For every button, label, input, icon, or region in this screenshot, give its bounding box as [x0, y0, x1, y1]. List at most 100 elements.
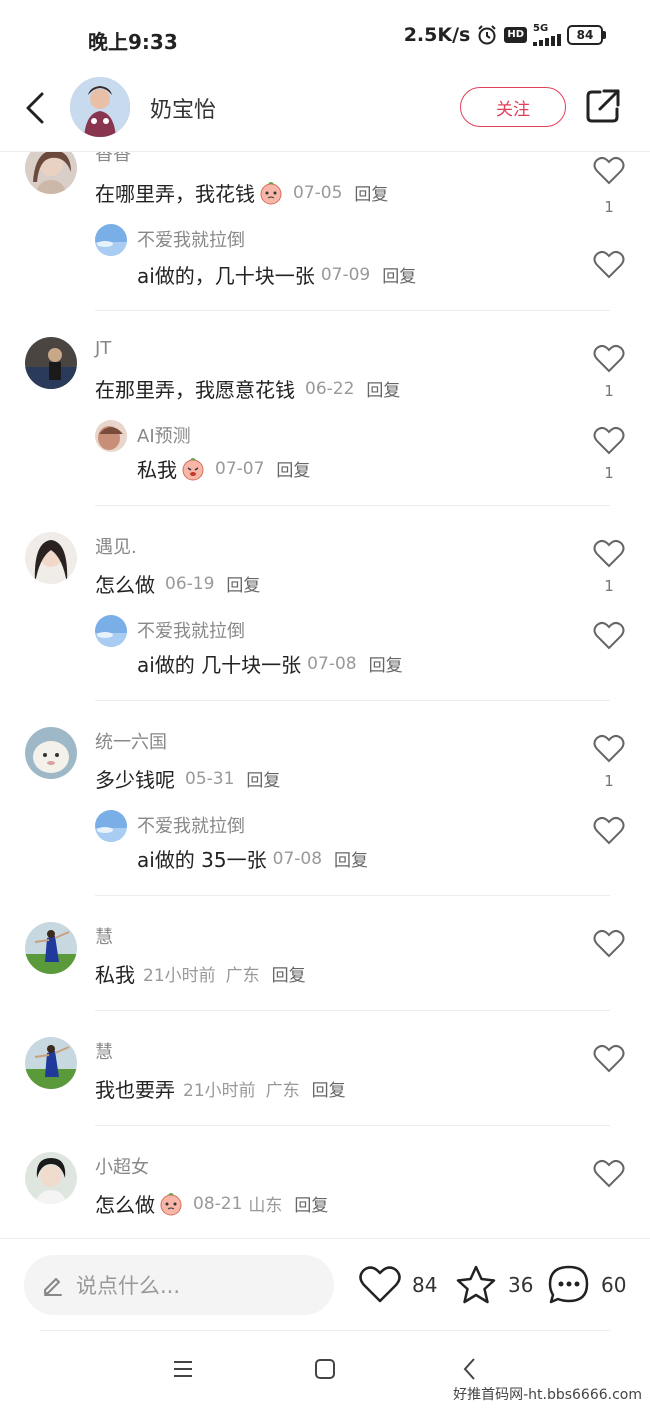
reply-button[interactable]: 回复 [312, 1076, 346, 1101]
commenter-avatar[interactable] [25, 1152, 77, 1204]
commenter-avatar[interactable] [25, 1037, 77, 1089]
reply-button[interactable]: 回复 [294, 1191, 328, 1216]
home-button[interactable] [314, 1358, 336, 1384]
commenter-name[interactable]: 统一六国 [95, 728, 167, 754]
heart-icon [593, 250, 625, 279]
reply-user[interactable]: 不爱我就拉倒 [137, 226, 245, 252]
reply-avatar[interactable] [95, 615, 127, 647]
alarm-icon [476, 24, 498, 46]
chevron-left-icon [463, 1358, 475, 1380]
comment-input[interactable]: 说点什么... [24, 1255, 334, 1315]
divider [95, 505, 610, 506]
signal-icon: 5G [533, 24, 561, 46]
reply-text: ai做的 35一张 [137, 848, 267, 872]
status-time: 晚上9:33 [88, 30, 178, 54]
reply-button[interactable]: 回复 [382, 262, 416, 287]
commenter-name[interactable]: 慧 [95, 923, 113, 949]
like-count: 84 [412, 1273, 438, 1297]
like-count: 1 [604, 464, 614, 482]
reply-user[interactable]: 不爱我就拉倒 [137, 812, 245, 838]
like-count: 1 [604, 577, 614, 595]
divider [95, 1010, 610, 1011]
comment-text: 怎么做 [95, 1193, 155, 1217]
favorite-button[interactable]: 36 [454, 1263, 533, 1307]
commenter-avatar[interactable] [25, 152, 77, 194]
battery-level: 84 [567, 25, 603, 45]
comment-placeholder: 说点什么... [76, 1274, 181, 1298]
author-name[interactable]: 奶宝怡 [150, 92, 216, 124]
commenter-name[interactable]: 香香 [95, 152, 131, 166]
comment-thread: 慧 我也要弄 21小时前 广东 回复 [0, 1024, 650, 1124]
like-button[interactable] [593, 929, 625, 959]
comment-count: 60 [601, 1273, 627, 1297]
comment-location: 山东 [248, 1196, 283, 1216]
author-avatar[interactable] [70, 77, 130, 137]
comment-date: 21小时前 [183, 1081, 256, 1101]
reply-avatar[interactable] [95, 420, 127, 452]
reply-button[interactable]: 回复 [226, 571, 260, 596]
heart-icon [359, 1266, 401, 1303]
reply-button[interactable]: 回复 [369, 651, 403, 676]
like-button[interactable] [593, 426, 625, 456]
home-square-icon [315, 1359, 335, 1379]
commenter-name[interactable]: 遇见. [95, 533, 137, 559]
like-post-button[interactable]: 84 [358, 1263, 437, 1307]
divider [95, 700, 610, 701]
follow-button[interactable]: 关注 [460, 87, 566, 127]
network-type: 5G [533, 23, 549, 34]
reply-button[interactable]: 回复 [276, 456, 310, 481]
nav-back-button[interactable] [460, 1357, 480, 1385]
reply-button[interactable]: 回复 [334, 846, 368, 871]
heart-icon [593, 1044, 625, 1073]
reply-button[interactable]: 回复 [272, 961, 306, 986]
star-icon [456, 1265, 496, 1304]
reply-button[interactable]: 回复 [246, 766, 280, 791]
pencil-icon [44, 1278, 62, 1296]
like-button[interactable] [593, 250, 625, 280]
divider [95, 1125, 610, 1126]
comment-body: 在那里弄，我愿意花钱 06-22 回复 [95, 374, 400, 403]
reply-user[interactable]: AI预测 [137, 422, 191, 448]
comment-count-button[interactable]: 60 [547, 1263, 626, 1307]
like-button[interactable] [593, 539, 625, 569]
menu-button[interactable] [172, 1359, 194, 1383]
commenter-avatar[interactable] [25, 727, 77, 779]
comment-body: 多少钱呢 05-31 回复 [95, 764, 280, 793]
commenter-avatar[interactable] [25, 922, 77, 974]
comment-date: 08-21 [193, 1193, 243, 1214]
reply-button[interactable]: 回复 [366, 376, 400, 401]
reply-body: ai做的 几十块一张 07-08 回复 [137, 649, 403, 678]
comment-body: 私我 21小时前 广东 回复 [95, 959, 306, 988]
comment-thread: 遇见. 怎么做 06-19 回复 1 不爱我就拉倒 ai做的 几十块一张 07-… [0, 519, 650, 699]
commenter-avatar[interactable] [25, 532, 77, 584]
reply-user[interactable]: 不爱我就拉倒 [137, 617, 245, 643]
like-button[interactable] [593, 156, 625, 186]
like-button[interactable] [593, 344, 625, 374]
like-button[interactable] [593, 734, 625, 764]
commenter-name[interactable]: 小超女 [95, 1153, 149, 1179]
commenter-name[interactable]: 慧 [95, 1038, 113, 1064]
like-button[interactable] [593, 1159, 625, 1189]
reply-text: 私我 [137, 458, 177, 482]
back-button[interactable] [18, 88, 54, 128]
like-button[interactable] [593, 1044, 625, 1074]
comment-date: 06-19 [165, 573, 215, 594]
share-button[interactable] [584, 87, 622, 125]
like-button[interactable] [593, 816, 625, 846]
reply-avatar[interactable] [95, 224, 127, 256]
commenter-avatar[interactable] [25, 337, 77, 389]
comment-thread: JT 在那里弄，我愿意花钱 06-22 回复 1 AI预测 私我 07-07 回… [0, 324, 650, 504]
peach-emoji-icon [259, 181, 283, 205]
reply-button[interactable]: 回复 [354, 180, 388, 205]
commenter-name[interactable]: JT [95, 338, 111, 359]
reply-avatar[interactable] [95, 810, 127, 842]
like-button[interactable] [593, 621, 625, 651]
reply-date: 07-09 [320, 264, 371, 285]
peach-emoji-icon [181, 457, 205, 481]
comment-list[interactable]: 香香 在哪里弄，我花钱 07-05 回复 1 不爱我就拉倒 ai做的，几十块一张… [0, 152, 650, 1238]
comment-date: 21小时前 [143, 966, 216, 986]
heart-icon [593, 539, 625, 568]
network-speed: 2.5K/s [403, 24, 471, 46]
comment-bubble-icon [548, 1265, 589, 1304]
status-bar: 晚上9:33 2.5K/s HD 5G 84 [0, 0, 650, 70]
